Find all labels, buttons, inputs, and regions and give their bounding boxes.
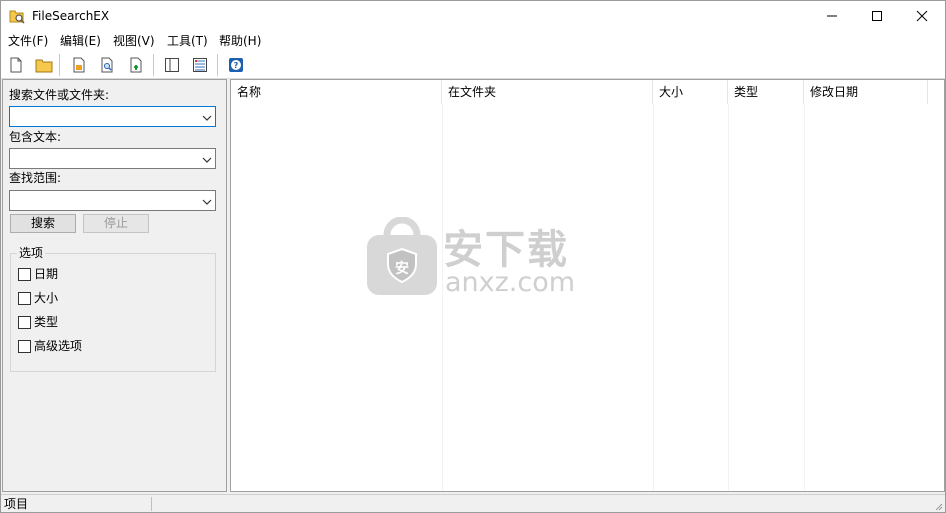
toolbar-separator [59,54,60,76]
containing-text-input[interactable] [12,150,192,167]
checkbox-label: 类型 [34,315,59,329]
column-name-header[interactable]: 名称 [231,80,442,104]
search-panel: 搜索文件或文件夹: 包含文本: 查找范围: 搜索 停止 选项 日期 大小 类型 … [2,79,227,492]
toolbar: ? [1,51,945,79]
status-text: 项目 [4,497,29,511]
column-divider [442,104,443,491]
menu-help[interactable]: 帮助(H) [219,33,261,50]
text-field-label: 包含文本: [9,130,62,144]
menu-edit[interactable]: 编辑(E) [60,33,101,50]
scope-field-label: 查找范围: [9,171,62,185]
resize-grip-icon[interactable] [933,500,943,511]
checkbox-box[interactable] [18,316,31,329]
details-view-button[interactable] [189,54,211,76]
watermark-shield-icon: 安 [367,216,437,299]
chevron-down-icon[interactable] [202,154,212,164]
menu-file[interactable]: 文件(F) [8,33,48,50]
status-separator [151,497,152,511]
watermark-en-text: anxz.com [445,267,576,298]
panel-view-button[interactable] [161,54,183,76]
status-bar: 项目 [1,494,945,512]
find-in-file-button[interactable] [96,54,118,76]
options-group: 选项 日期 大小 类型 高级选项 [10,246,216,372]
checkbox-label: 日期 [34,267,59,281]
menu-tools[interactable]: 工具(T) [167,33,208,50]
file-name-combobox[interactable] [9,106,216,127]
containing-text-combobox[interactable] [9,148,216,169]
checkbox-box[interactable] [18,292,31,305]
app-window: FileSearchEX 文件(F) 编辑(E) 视图(V) 工具(T) 帮助(… [0,0,946,513]
export-button[interactable] [125,54,147,76]
file-name-input[interactable] [12,108,192,125]
close-button[interactable] [899,1,945,31]
options-group-title: 选项 [17,246,46,260]
new-file-button[interactable] [5,54,27,76]
menu-view[interactable]: 视图(V) [113,33,155,50]
checkbox-box[interactable] [18,340,31,353]
column-divider [804,104,805,491]
open-folder-button[interactable] [32,54,54,76]
results-header: 名称 在文件夹 大小 类型 修改日期 [231,80,944,104]
stop-button[interactable]: 停止 [83,214,149,233]
help-button[interactable]: ? [225,54,247,76]
search-scope-combobox[interactable] [9,190,216,211]
svg-text:安: 安 [395,260,409,277]
column-divider [653,104,654,491]
chevron-down-icon[interactable] [202,112,212,122]
search-button[interactable]: 搜索 [10,214,76,233]
save-results-button[interactable] [68,54,90,76]
results-list[interactable]: 名称 在文件夹 大小 类型 修改日期 安 安下载 anxz.com [230,79,945,492]
app-folder-search-icon [9,8,25,24]
svg-text:?: ? [234,61,239,70]
title-bar[interactable]: FileSearchEX [1,1,945,31]
chevron-down-icon[interactable] [202,196,212,206]
search-scope-input[interactable] [12,192,192,209]
maximize-button[interactable] [854,1,900,31]
column-divider [728,104,729,491]
name-field-label: 搜索文件或文件夹: [9,88,110,102]
checkbox-label: 大小 [34,291,59,305]
checkbox-box[interactable] [18,268,31,281]
window-title: FileSearchEX [32,9,110,23]
column-modified-header[interactable]: 修改日期 [804,80,928,104]
toolbar-separator [217,54,218,76]
menu-bar: 文件(F) 编辑(E) 视图(V) 工具(T) 帮助(H) [1,31,945,51]
toolbar-separator [153,54,154,76]
column-type-header[interactable]: 类型 [728,80,804,104]
column-size-header[interactable]: 大小 [653,80,728,104]
column-folder-header[interactable]: 在文件夹 [442,80,653,104]
minimize-button[interactable] [809,1,855,31]
checkbox-label: 高级选项 [34,339,83,353]
